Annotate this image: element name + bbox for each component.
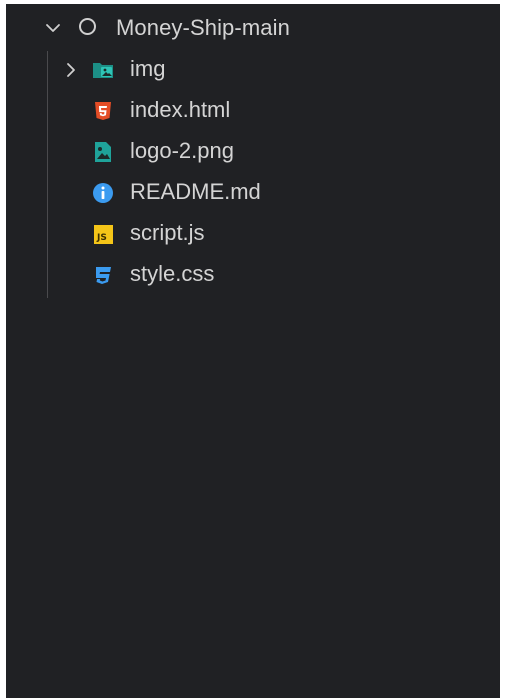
tree-item-label: style.css	[130, 261, 215, 286]
screenshot-frame: Money-Ship-main img index.html logo-2.pn…	[0, 0, 508, 700]
html5-icon	[95, 102, 111, 120]
tree-item-label: README.md	[130, 179, 261, 204]
tree-item-label: logo-2.png	[130, 138, 234, 163]
tree-item-index-html[interactable]: index.html	[6, 90, 500, 130]
image-file-icon	[95, 142, 111, 162]
tree-item-img-folder[interactable]: img	[6, 49, 500, 89]
tree-item-style-css[interactable]: style.css	[6, 254, 500, 294]
tree-item-label: index.html	[130, 97, 231, 122]
circle-outline-icon	[79, 18, 96, 35]
root-folder[interactable]: Money-Ship-main	[6, 7, 500, 47]
tree-item-logo-2-png[interactable]: logo-2.png	[6, 131, 500, 171]
file-explorer: Money-Ship-main img index.html logo-2.pn…	[6, 4, 500, 698]
root-folder-label: Money-Ship-main	[116, 15, 290, 40]
image-folder-icon	[93, 63, 113, 78]
tree-item-label: img	[130, 56, 166, 81]
css3-icon	[96, 267, 111, 284]
tree-item-script-js[interactable]: JS script.js	[6, 213, 500, 253]
tree-item-readme-md[interactable]: README.md	[6, 172, 500, 212]
chevron-down-icon[interactable]	[44, 19, 62, 37]
chevron-right-icon[interactable]	[64, 61, 78, 79]
tree-item-label: script.js	[130, 220, 205, 245]
info-icon	[93, 183, 113, 203]
javascript-icon: JS	[94, 225, 113, 244]
